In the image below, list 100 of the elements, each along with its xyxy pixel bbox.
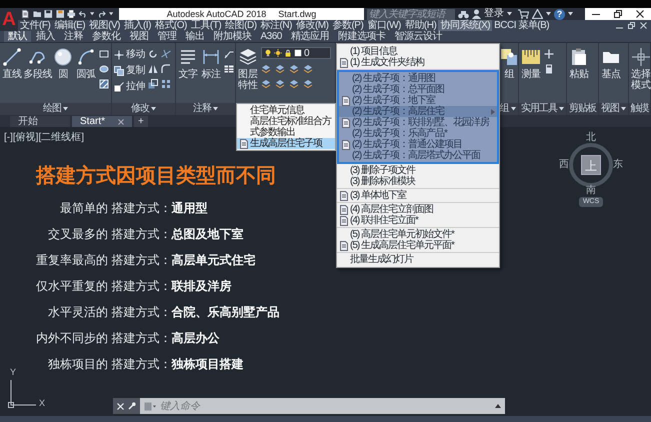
menu-item[interactable]: 生成高层住宅子项 [237, 138, 335, 149]
sign-in-link[interactable]: 登录 [484, 8, 504, 20]
binoculars-icon[interactable] [458, 10, 469, 18]
mirror-icon[interactable] [148, 64, 158, 74]
array-icon[interactable] [161, 79, 171, 89]
layers-icon[interactable] [289, 64, 299, 74]
viewport-label[interactable]: [-][俯视][二维线框] [0, 128, 88, 146]
menu-item[interactable]: (2) 生成子项：普通公建项目 [339, 139, 497, 150]
menu-item[interactable]: (3) 删除子项文件 [337, 165, 499, 176]
tool-button[interactable]: 圆弧 [76, 45, 96, 80]
ribbon-tab[interactable]: 附加模块 [210, 31, 256, 42]
layers-icon[interactable] [275, 64, 285, 74]
help-button[interactable]: ? [554, 8, 565, 20]
tool-button[interactable]: 图层特性 [238, 45, 258, 91]
calculator-icon[interactable] [544, 64, 554, 74]
menu-item[interactable]: 绘图(D) [223, 20, 259, 31]
menu-item[interactable]: 高层住宅标准组合方式参数输出 [237, 116, 335, 138]
layers-icon[interactable] [303, 64, 313, 74]
new-tab-button[interactable]: + [134, 116, 148, 127]
tool-button[interactable]: 移动 [114, 49, 145, 60]
panel-title[interactable]: 修改 [112, 103, 175, 115]
folder-icon[interactable] [32, 9, 41, 19]
save-icon[interactable] [44, 9, 52, 19]
trim-icon[interactable] [161, 49, 171, 59]
menu-item[interactable]: (3) 删除标准模块 [337, 176, 499, 187]
file-tab[interactable]: Start* [72, 116, 132, 127]
tool-button[interactable]: 选择模式 [631, 45, 651, 91]
ribbon-tab[interactable]: 插入 [32, 31, 59, 42]
tool-button[interactable]: 测量 [521, 45, 541, 80]
menu-item[interactable]: (4) 高层住宅立剖面图 [337, 204, 499, 215]
ellipse-icon[interactable] [99, 64, 109, 74]
menu-item[interactable]: (4) 联排住宅立面* [337, 215, 499, 226]
menu-item[interactable]: 协同系统(X) [438, 20, 492, 31]
tool-button[interactable]: 基点 [601, 45, 621, 80]
panel-title[interactable]: 实用工具 [519, 103, 566, 115]
prompt-icon[interactable] [144, 402, 156, 410]
close-icon[interactable] [636, 10, 644, 18]
panel-title[interactable]: 触摸 [629, 103, 650, 115]
ribbon-tab[interactable]: 管理 [154, 31, 180, 42]
menu-item[interactable]: (2) 生成子项：总平面图 [339, 84, 497, 95]
layers-icon[interactable] [261, 79, 271, 89]
tool-button[interactable]: 复制 [114, 65, 145, 76]
menu-item[interactable]: 帮助(H) [402, 20, 438, 31]
menu-item[interactable]: 标注(N) [258, 20, 294, 31]
menu-item[interactable]: (2) 生成子项：联排别墅、花园洋房 [339, 117, 497, 128]
restore-icon[interactable] [614, 10, 622, 18]
ribbon-tab[interactable]: 输出 [182, 31, 208, 42]
panel-title[interactable]: 剪贴板 [567, 103, 598, 115]
compass-label[interactable]: 南 [586, 186, 596, 196]
ribbon-tab[interactable]: 智源云设计 [390, 31, 446, 42]
menu-item[interactable]: (2) 生成子项：通用图 [339, 73, 497, 84]
restore-icon[interactable] [628, 22, 635, 29]
compass-label[interactable]: 东 [613, 160, 623, 170]
menu-item[interactable]: 文件(F) [18, 20, 52, 31]
menu-item[interactable]: (1) 项目信息 [337, 46, 499, 57]
menu-item[interactable]: 工具(T) [188, 20, 224, 31]
layers-icon[interactable] [261, 64, 271, 74]
menu-item[interactable]: (2) 生成子项：地下室 [339, 95, 497, 106]
panel-title[interactable]: 注释 [176, 103, 235, 115]
layers-icon[interactable] [275, 79, 285, 89]
undo-icon[interactable] [78, 9, 87, 19]
tool-button[interactable]: 多段线 [25, 45, 50, 80]
caret-icon[interactable] [495, 404, 501, 408]
menu-item[interactable]: (2) 生成子项：乐高产品* [339, 128, 497, 139]
ribbon-tab[interactable]: 默认 [4, 31, 31, 42]
save-icon[interactable] [56, 9, 64, 19]
plus-icon[interactable] [544, 49, 554, 59]
menu-item[interactable]: (1) 生成文件夹结构 [337, 57, 499, 68]
tool-button[interactable]: 文字 [178, 45, 198, 80]
user-icon[interactable] [472, 9, 481, 19]
ribbon-tab[interactable]: A360 [256, 31, 286, 42]
menu-item[interactable]: 窗口(W) [365, 20, 403, 31]
menu-item[interactable]: (5) 高层住宅单元初始文件* [337, 229, 499, 240]
tool-button[interactable]: 拉伸 [114, 81, 145, 92]
ribbon-tab[interactable]: 参数化 [88, 31, 124, 42]
menu-item[interactable]: 修改(M) [294, 20, 330, 31]
menu-item[interactable]: (5) 生成高层住宅单元平面* [337, 240, 499, 251]
menu-item[interactable]: 格式(O) [152, 20, 189, 31]
scale-icon[interactable] [148, 79, 158, 89]
menu-item[interactable]: (2) 生成子项：高层塔式办公平面 [339, 150, 497, 161]
menu-item[interactable]: (3) 单体地下室 [337, 190, 499, 201]
ribbon-tab[interactable]: 注释 [60, 31, 87, 42]
menu-item[interactable]: 批量生成幻灯片 [337, 254, 499, 265]
tool-button[interactable]: 直线 [2, 45, 22, 80]
menu-item[interactable]: 参数(P) [330, 20, 366, 31]
compass-label[interactable]: 西 [559, 160, 569, 170]
compass-label[interactable]: 北 [586, 133, 596, 143]
menu-item[interactable]: BCCI 菜单(B) [492, 20, 552, 31]
hatch-icon[interactable] [99, 79, 109, 89]
rectangle-icon[interactable] [99, 49, 109, 59]
table-icon[interactable] [224, 64, 234, 74]
fillet-icon[interactable] [161, 64, 171, 74]
wrench-icon[interactable] [128, 402, 136, 410]
cart-icon[interactable] [518, 9, 529, 19]
layers-icon[interactable] [289, 79, 299, 89]
menu-item[interactable]: 插入(I) [122, 20, 153, 31]
rotate-icon[interactable] [148, 49, 158, 59]
ribbon-tab[interactable]: 精选应用 [286, 31, 333, 42]
menu-item[interactable]: 住宅单元信息 [237, 105, 335, 116]
tool-button[interactable]: 标注 [201, 45, 221, 80]
